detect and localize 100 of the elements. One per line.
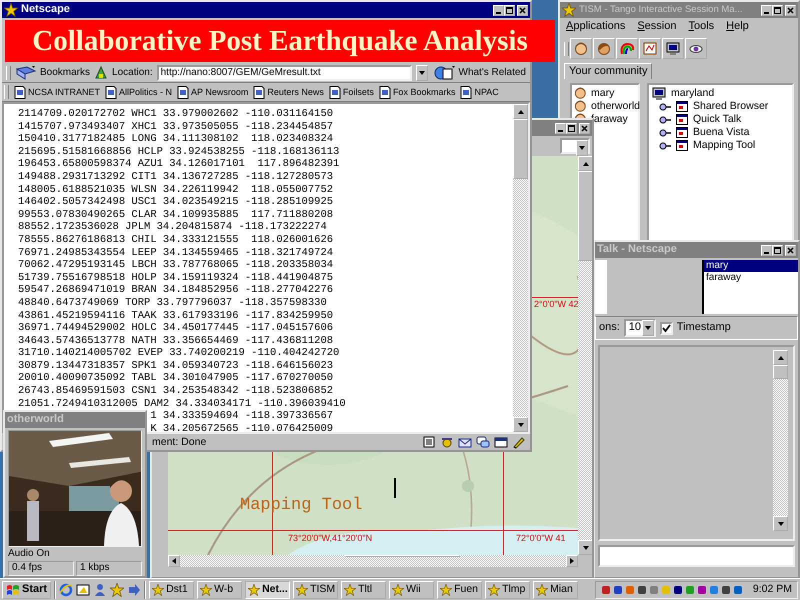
page-icon[interactable] bbox=[378, 86, 391, 98]
tree-item[interactable]: Shared Browser bbox=[693, 100, 768, 113]
tray-icon[interactable] bbox=[720, 584, 731, 596]
person-name[interactable]: mary bbox=[591, 87, 614, 100]
whiteboard-icon[interactable] bbox=[643, 42, 657, 56]
taskbar-button[interactable]: Fuen bbox=[437, 580, 482, 598]
star-icon[interactable] bbox=[344, 584, 356, 596]
star-icon[interactable] bbox=[488, 584, 500, 596]
page-icon[interactable] bbox=[253, 86, 266, 98]
tab[interactable]: Your community bbox=[564, 62, 652, 79]
bookmarks-button[interactable]: Bookmarks bbox=[15, 65, 90, 80]
up-arrow-icon[interactable] bbox=[776, 354, 784, 360]
bookmark-link[interactable]: AP Newsroom bbox=[177, 86, 248, 98]
arrow-icon[interactable] bbox=[127, 582, 142, 596]
whiteboard-button[interactable] bbox=[639, 38, 661, 59]
page-icon[interactable] bbox=[14, 86, 26, 98]
scrollbar[interactable] bbox=[578, 156, 592, 555]
tree-item[interactable]: maryland bbox=[671, 87, 714, 100]
minimize-button[interactable] bbox=[493, 4, 504, 16]
page-icon[interactable] bbox=[328, 86, 341, 98]
menu-item[interactable]: Tools bbox=[688, 20, 714, 34]
bookmark-link[interactable]: AllPolitics - N bbox=[105, 86, 172, 98]
caret-icon[interactable] bbox=[644, 325, 652, 331]
page-icon[interactable] bbox=[105, 86, 118, 98]
bookmark-link[interactable]: NCSA INTRANET bbox=[14, 86, 100, 98]
globe-icon[interactable] bbox=[432, 64, 456, 80]
dropdown-field[interactable] bbox=[560, 138, 590, 154]
star-icon[interactable] bbox=[392, 584, 404, 596]
person-button[interactable] bbox=[593, 38, 615, 59]
scrollbar[interactable] bbox=[773, 350, 788, 531]
minimize-button[interactable] bbox=[555, 122, 566, 134]
scroll-thumb[interactable] bbox=[513, 119, 528, 179]
scroll-thumb[interactable] bbox=[345, 555, 460, 557]
scroll-up-button[interactable] bbox=[578, 156, 592, 171]
page-icon[interactable] bbox=[460, 86, 472, 98]
person-name[interactable]: otherworld bbox=[591, 100, 640, 113]
flag-icon[interactable] bbox=[6, 584, 20, 596]
bookmarks-icon[interactable] bbox=[15, 65, 37, 80]
minimize-button[interactable] bbox=[761, 244, 772, 256]
person-icon[interactable] bbox=[597, 42, 611, 56]
dropdown-button[interactable] bbox=[416, 64, 428, 80]
tray-icon[interactable] bbox=[696, 584, 707, 596]
scroll-thumb[interactable] bbox=[773, 365, 788, 379]
palette-button[interactable] bbox=[616, 38, 638, 59]
person-button[interactable] bbox=[570, 38, 592, 59]
user-item[interactable]: faraway bbox=[704, 272, 798, 284]
star-icon[interactable] bbox=[200, 584, 212, 596]
taskbar-button[interactable]: Tltl bbox=[341, 580, 386, 598]
taskbar-button[interactable]: Wii bbox=[389, 580, 434, 598]
caret-icon[interactable] bbox=[418, 70, 426, 76]
scroll-down-button[interactable] bbox=[513, 417, 528, 432]
rainbow-icon[interactable] bbox=[620, 42, 634, 56]
scroll-down-button[interactable] bbox=[773, 516, 788, 531]
related-button[interactable]: What's Related bbox=[432, 64, 526, 80]
taskbar-button[interactable]: Net... bbox=[245, 580, 290, 598]
taskbar-button[interactable]: TISM bbox=[293, 580, 338, 598]
down-arrow-icon[interactable] bbox=[776, 520, 784, 526]
star-icon[interactable] bbox=[110, 582, 124, 596]
down-arrow-icon[interactable] bbox=[582, 544, 590, 550]
menu-item[interactable]: Applications bbox=[566, 20, 626, 34]
desktop-icon[interactable] bbox=[76, 582, 90, 596]
down-arrow-icon[interactable] bbox=[516, 422, 524, 428]
bookmark-link[interactable]: Foilsets bbox=[328, 86, 374, 98]
person-name[interactable]: faraway bbox=[591, 113, 628, 126]
taskbar-button[interactable]: Dst1 bbox=[149, 580, 194, 598]
scroll-up-button[interactable] bbox=[513, 104, 528, 119]
menu-item[interactable]: Session bbox=[637, 20, 676, 34]
computer-button[interactable] bbox=[662, 38, 684, 59]
tray-icon[interactable] bbox=[672, 584, 683, 596]
eye-button[interactable] bbox=[685, 38, 707, 59]
user-item[interactable]: mary bbox=[704, 260, 798, 272]
page-icon[interactable] bbox=[177, 86, 190, 98]
bookmark-link[interactable]: NPAC bbox=[460, 86, 499, 98]
computer-icon[interactable] bbox=[666, 42, 680, 56]
left-arrow-icon[interactable] bbox=[171, 557, 177, 565]
tree-item[interactable]: Buena Vista bbox=[693, 126, 750, 139]
star-icon[interactable] bbox=[440, 584, 452, 596]
person-icon[interactable] bbox=[574, 42, 588, 56]
chat-icon[interactable] bbox=[476, 435, 490, 449]
scroll-thumb[interactable] bbox=[578, 171, 592, 261]
url-field[interactable]: http://nano:8007/GEM/GeMresult.txt bbox=[156, 64, 412, 80]
list-icon[interactable] bbox=[422, 435, 436, 449]
scroll-up-button[interactable] bbox=[773, 350, 788, 365]
navigator-icon[interactable] bbox=[440, 435, 454, 449]
lines-select[interactable]: 10 bbox=[624, 319, 656, 337]
scroll-left-button[interactable] bbox=[168, 555, 180, 567]
edit-icon[interactable] bbox=[512, 435, 526, 449]
scroll-right-button[interactable] bbox=[566, 555, 578, 567]
tray-icon[interactable] bbox=[612, 584, 623, 596]
menu-item[interactable]: Help bbox=[726, 20, 749, 34]
star-icon[interactable] bbox=[152, 584, 164, 596]
taskbar-button[interactable]: Tlmp bbox=[485, 580, 530, 598]
caret-icon[interactable] bbox=[578, 145, 586, 151]
tray-icon[interactable] bbox=[636, 584, 647, 596]
message-field[interactable] bbox=[598, 545, 795, 567]
scrollbar[interactable] bbox=[168, 555, 578, 567]
right-arrow-icon[interactable] bbox=[569, 557, 575, 565]
star-icon[interactable] bbox=[248, 584, 260, 596]
start-button[interactable]: Start bbox=[2, 580, 52, 598]
taskbar-button[interactable]: W-b bbox=[197, 580, 242, 598]
